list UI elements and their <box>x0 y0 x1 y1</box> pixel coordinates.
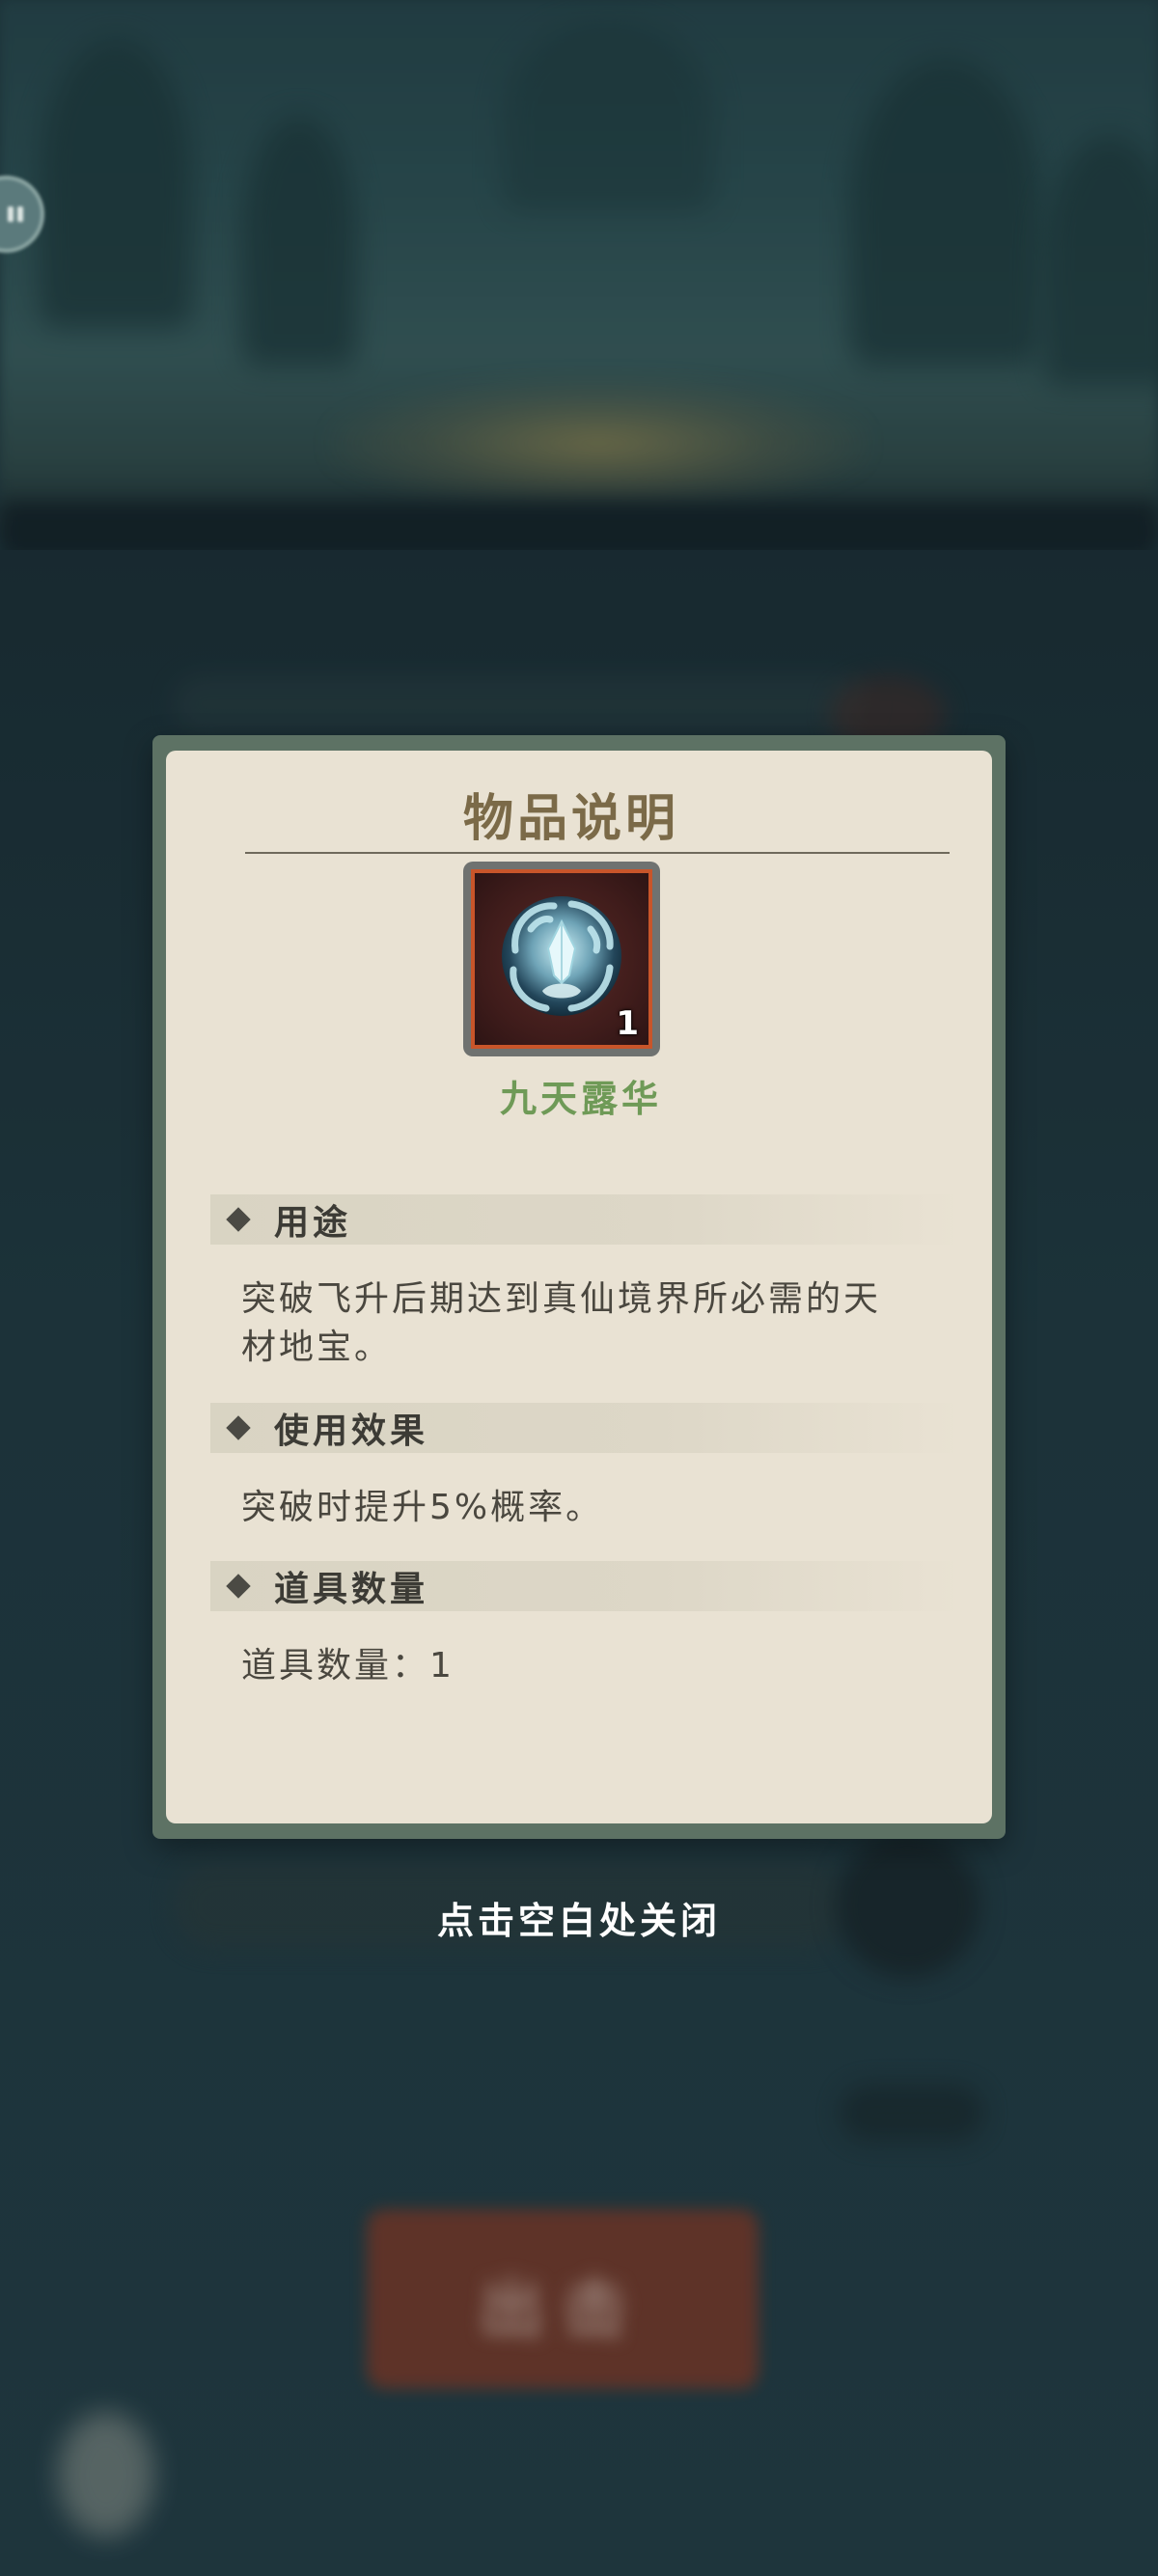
section-header-usage: 用途 <box>210 1194 961 1245</box>
diamond-bullet-icon <box>226 1415 251 1440</box>
item-count: 1 <box>616 1004 639 1043</box>
section-label: 道具数量 <box>274 1570 429 1609</box>
dialog-title: 物品说明 <box>462 789 679 848</box>
pause-bar <box>17 206 23 222</box>
section-text-effect: 突破时提升5%概率。 <box>241 1488 604 1527</box>
pause-bar <box>8 206 14 222</box>
close-hint: 点击空白处关闭 <box>436 1900 721 1942</box>
section-label: 使用效果 <box>274 1411 429 1451</box>
diamond-bullet-icon <box>226 1207 251 1232</box>
section-header-quantity: 道具数量 <box>210 1561 961 1611</box>
item-slot: 1 <box>463 862 660 1056</box>
diamond-bullet-icon <box>226 1574 251 1599</box>
dew-crystal-orb-icon <box>502 896 621 1016</box>
item-name: 九天露华 <box>499 1078 662 1120</box>
section-header-effect: 使用效果 <box>210 1403 961 1453</box>
section-text-usage: 突破飞升后期达到真仙境界所必需的天材地宝。 <box>241 1279 882 1367</box>
title-divider <box>245 852 950 854</box>
section-text-quantity: 道具数量：1 <box>241 1646 455 1685</box>
section-label: 用途 <box>274 1203 352 1243</box>
item-slot-inner: 1 <box>471 869 652 1049</box>
